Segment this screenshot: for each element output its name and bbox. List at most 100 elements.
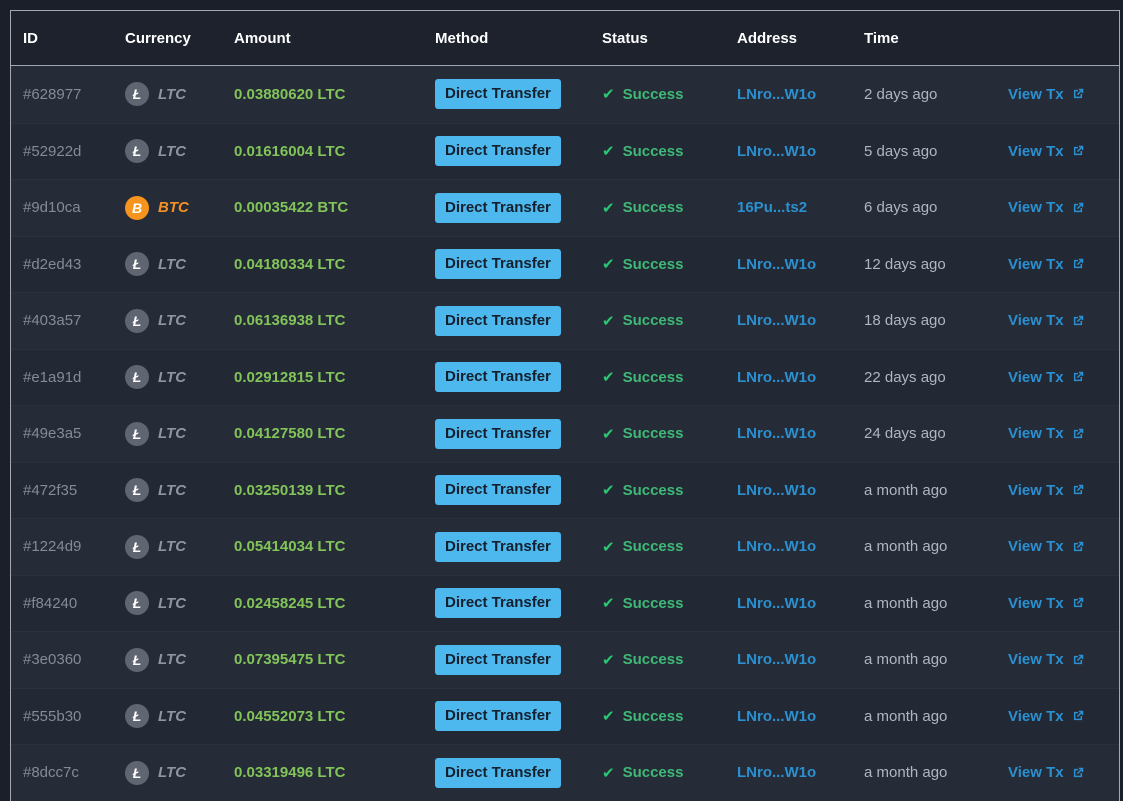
time-value: 12 days ago	[864, 255, 946, 273]
currency-label: LTC	[158, 142, 187, 160]
view-tx-link[interactable]: View Tx	[1008, 538, 1085, 555]
status-text: Success	[622, 312, 684, 330]
status-text: Success	[622, 85, 684, 103]
table-row: #3e0360 Ł LTC 0.07395475 LTC Direct Tran…	[11, 631, 1119, 688]
amount-value: 0.03880620 LTC	[234, 85, 346, 103]
view-tx-link[interactable]: View Tx	[1008, 86, 1085, 103]
address-cell: LNro...W1o	[725, 482, 852, 499]
transaction-id: #d2ed43	[23, 255, 82, 273]
status-text: Success	[622, 481, 684, 499]
address-link[interactable]: LNro...W1o	[737, 595, 816, 612]
status-cell: ✔ Success	[590, 142, 725, 161]
amount-value: 0.04127580 LTC	[234, 425, 346, 443]
amount-value: 0.00035422 BTC	[234, 199, 349, 217]
currency-label: LTC	[158, 481, 187, 499]
time-value: a month ago	[864, 651, 948, 669]
header-address: Address	[737, 29, 798, 47]
transaction-id: #628977	[23, 85, 82, 103]
method-cell: Direct Transfer	[423, 701, 590, 732]
currency-cell: Ł LTC	[113, 252, 222, 277]
currency-cell: Ł LTC	[113, 534, 222, 559]
method-cell: Direct Transfer	[423, 531, 590, 562]
table-row: #52922d Ł LTC 0.01616004 LTC Direct Tran…	[11, 122, 1119, 179]
transaction-id: #49e3a5	[23, 425, 82, 443]
ltc-coin-icon: Ł	[125, 647, 149, 672]
ltc-coin-icon: Ł	[125, 478, 149, 503]
address-link[interactable]: LNro...W1o	[737, 651, 816, 668]
view-tx-link[interactable]: View Tx	[1008, 651, 1085, 668]
method-cell: Direct Transfer	[423, 136, 590, 167]
method-badge: Direct Transfer	[435, 757, 561, 788]
time-value: a month ago	[864, 764, 948, 782]
status-text: Success	[622, 368, 684, 386]
address-link[interactable]: LNro...W1o	[737, 143, 816, 160]
status-cell: ✔ Success	[590, 481, 725, 500]
view-tx-link[interactable]: View Tx	[1008, 708, 1085, 725]
table-row: #d2ed43 Ł LTC 0.04180334 LTC Direct Tran…	[11, 235, 1119, 292]
address-link[interactable]: LNro...W1o	[737, 538, 816, 555]
currency-cell: Ł LTC	[113, 139, 222, 164]
table-row: #e1a91d Ł LTC 0.02912815 LTC Direct Tran…	[11, 348, 1119, 405]
address-link[interactable]: LNro...W1o	[737, 764, 816, 781]
transaction-id: #555b30	[23, 707, 82, 725]
success-check-icon: ✔	[602, 199, 615, 217]
address-link[interactable]: 16Pu...ts2	[737, 199, 807, 216]
view-tx-link[interactable]: View Tx	[1008, 764, 1085, 781]
time-value: 24 days ago	[864, 425, 946, 443]
view-tx-link[interactable]: View Tx	[1008, 595, 1085, 612]
header-currency: Currency	[125, 29, 191, 47]
actions-cell: View Tx	[996, 143, 1119, 160]
address-link[interactable]: LNro...W1o	[737, 425, 816, 442]
transaction-id: #e1a91d	[23, 368, 82, 386]
address-cell: LNro...W1o	[725, 764, 852, 781]
view-tx-link[interactable]: View Tx	[1008, 312, 1085, 329]
actions-cell: View Tx	[996, 764, 1119, 781]
address-link[interactable]: LNro...W1o	[737, 256, 816, 273]
transaction-id: #8dcc7c	[23, 764, 79, 782]
header-id: ID	[23, 29, 38, 47]
view-tx-link[interactable]: View Tx	[1008, 369, 1085, 386]
view-tx-link[interactable]: View Tx	[1008, 482, 1085, 499]
external-link-icon	[1071, 653, 1085, 667]
view-tx-link[interactable]: View Tx	[1008, 143, 1085, 160]
status-text: Success	[622, 142, 684, 160]
transaction-id: #52922d	[23, 142, 82, 160]
status-cell: ✔ Success	[590, 199, 725, 217]
method-cell: Direct Transfer	[423, 757, 590, 788]
status-cell: ✔ Success	[590, 594, 725, 613]
status-cell: ✔ Success	[590, 255, 725, 274]
transaction-id: #9d10ca	[23, 199, 81, 217]
method-badge: Direct Transfer	[435, 644, 561, 675]
amount-value: 0.03250139 LTC	[234, 481, 346, 499]
status-text: Success	[622, 538, 684, 556]
time-value: a month ago	[864, 594, 948, 612]
address-cell: LNro...W1o	[725, 86, 852, 103]
external-link-icon	[1071, 201, 1085, 215]
view-tx-link[interactable]: View Tx	[1008, 199, 1085, 216]
address-link[interactable]: LNro...W1o	[737, 482, 816, 499]
view-tx-link[interactable]: View Tx	[1008, 425, 1085, 442]
transaction-id: #403a57	[23, 312, 82, 330]
method-badge: Direct Transfer	[435, 475, 561, 506]
address-link[interactable]: LNro...W1o	[737, 369, 816, 386]
success-check-icon: ✔	[602, 143, 615, 161]
status-cell: ✔ Success	[590, 368, 725, 387]
time-value: 2 days ago	[864, 85, 938, 103]
view-tx-link[interactable]: View Tx	[1008, 256, 1085, 273]
success-check-icon: ✔	[602, 425, 615, 443]
external-link-icon	[1071, 596, 1085, 610]
amount-value: 0.01616004 LTC	[234, 142, 346, 160]
actions-cell: View Tx	[996, 369, 1119, 386]
status-text: Success	[622, 764, 684, 782]
address-link[interactable]: LNro...W1o	[737, 312, 816, 329]
method-badge: Direct Transfer	[435, 531, 561, 562]
currency-cell: Ł LTC	[113, 647, 222, 672]
view-tx-label: View Tx	[1008, 199, 1064, 217]
currency-cell: Ł LTC	[113, 478, 222, 503]
amount-value: 0.06136938 LTC	[234, 312, 346, 330]
currency-label: LTC	[158, 255, 187, 273]
address-link[interactable]: LNro...W1o	[737, 86, 816, 103]
address-link[interactable]: LNro...W1o	[737, 708, 816, 725]
currency-cell: Ł LTC	[113, 421, 222, 446]
external-link-icon	[1071, 709, 1085, 723]
